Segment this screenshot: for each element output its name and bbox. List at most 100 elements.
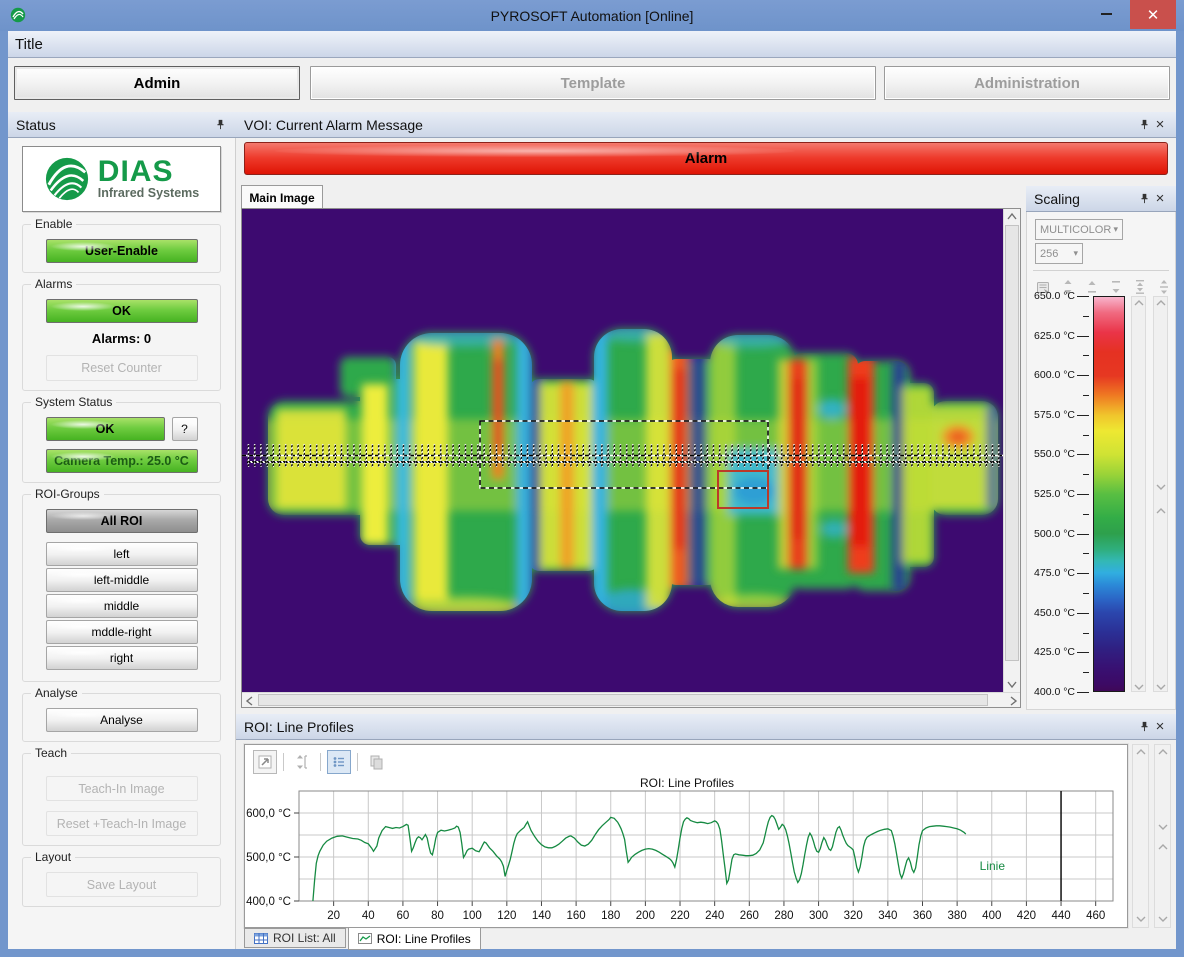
scroll-right-icon[interactable] (1008, 696, 1018, 706)
close-icon[interactable]: × (1152, 117, 1168, 133)
chevron-up-icon[interactable] (1158, 843, 1168, 851)
chevron-down-icon[interactable] (1136, 915, 1146, 923)
roi-group-button-mddle-right[interactable]: mddle-right (46, 620, 198, 644)
colorbar-tick-label: 650.0 °C (1034, 290, 1075, 302)
chevron-down-icon[interactable] (1156, 683, 1166, 691)
help-button[interactable]: ? (172, 417, 198, 441)
tab-roi-list-label: ROI List: All (273, 931, 336, 945)
svg-text:240: 240 (705, 910, 724, 922)
close-icon[interactable]: × (1152, 719, 1168, 735)
scroll-down-icon[interactable] (1007, 679, 1017, 689)
system-ok-indicator[interactable]: OK (46, 417, 165, 441)
roi-group-button-all-roi[interactable]: All ROI (46, 509, 198, 533)
save-layout-button[interactable]: Save Layout (46, 872, 198, 897)
svg-text:200: 200 (636, 910, 655, 922)
teach-in-image-button[interactable]: Teach-In Image (46, 776, 198, 801)
line-profile-chart: 2040608010012014016018020022024026028030… (245, 789, 1129, 929)
scale-compress-icon[interactable] (1132, 278, 1147, 296)
chevron-up-icon[interactable] (1156, 299, 1166, 307)
image-vertical-scrollbar[interactable] (1003, 209, 1020, 692)
chart-title: ROI: Line Profiles (245, 776, 1129, 790)
pin-icon[interactable] (1136, 117, 1152, 133)
window-titlebar[interactable]: PYROSOFT Automation [Online] ✕ (0, 0, 1184, 31)
chart-scrollbar-2[interactable] (1154, 744, 1171, 928)
svg-text:320: 320 (844, 910, 863, 922)
svg-text:100: 100 (463, 910, 482, 922)
chevron-up-icon[interactable] (1136, 748, 1146, 756)
group-roi-groups-label: ROI-Groups (31, 487, 104, 501)
scale-expand-icon[interactable] (1156, 278, 1171, 296)
minimize-button[interactable] (1090, 0, 1122, 27)
camera-temp-indicator[interactable]: Camera Temp.: 25.0 °C (46, 449, 198, 473)
group-system-status-label: System Status (31, 395, 116, 409)
roi-group-button-right[interactable]: right (46, 646, 198, 670)
chevron-down-icon[interactable] (1156, 483, 1166, 491)
tab-main-image[interactable]: Main Image (241, 185, 323, 209)
tab-template[interactable]: Template (310, 66, 876, 100)
palette-select[interactable]: MULTICOLOR▾ (1035, 219, 1123, 240)
scroll-left-icon[interactable] (245, 696, 255, 706)
colorbar-max-slider[interactable] (1131, 296, 1146, 692)
svg-text:420: 420 (1017, 910, 1036, 922)
svg-text:400,0 °C: 400,0 °C (246, 896, 291, 908)
tab-roi-list[interactable]: ROI List: All (244, 928, 346, 948)
svg-text:160: 160 (567, 910, 586, 922)
svg-text:600,0 °C: 600,0 °C (246, 808, 291, 820)
scaling-panel-title: Scaling (1034, 191, 1080, 207)
chevron-down-icon[interactable] (1134, 683, 1144, 691)
tab-admin[interactable]: Admin (14, 66, 300, 100)
svg-text:280: 280 (774, 910, 793, 922)
svg-text:460: 460 (1086, 910, 1105, 922)
tab-roi-line-profiles[interactable]: ROI: Line Profiles (348, 928, 481, 950)
user-enable-button[interactable]: User-Enable (46, 239, 198, 263)
roi-group-button-left-middle[interactable]: left-middle (46, 568, 198, 592)
group-layout-label: Layout (31, 850, 75, 864)
tab-administration[interactable]: Administration (884, 66, 1170, 100)
reset-teach-in-image-button[interactable]: Reset +Teach-In Image (46, 811, 198, 836)
line-chart-icon (358, 933, 372, 944)
svg-text:440: 440 (1051, 910, 1070, 922)
legend-list-icon[interactable] (327, 750, 351, 774)
chevron-up-icon[interactable] (1156, 507, 1166, 515)
chart-legend-label: Linie (980, 859, 1006, 873)
alarms-ok-indicator[interactable]: OK (46, 299, 198, 323)
title-strip: Title (8, 31, 1176, 58)
chevron-up-icon[interactable] (1158, 748, 1168, 756)
chart-scrollbar-1[interactable] (1132, 744, 1149, 928)
roi-group-button-left[interactable]: left (46, 542, 198, 566)
scale-max-up-icon[interactable] (1085, 278, 1100, 296)
chevron-down-icon[interactable] (1158, 823, 1168, 831)
chevron-down-icon[interactable] (1158, 915, 1168, 923)
svg-text:220: 220 (670, 910, 689, 922)
main-image-frame (241, 208, 1021, 708)
dias-logo: DIAS Infrared Systems (22, 146, 221, 212)
pin-icon[interactable] (1136, 719, 1152, 735)
export-icon[interactable] (253, 750, 277, 774)
roi-group-button-middle[interactable]: middle (46, 594, 198, 618)
scroll-up-icon[interactable] (1007, 212, 1017, 222)
pin-icon[interactable] (212, 117, 228, 133)
alarm-banner-button[interactable]: Alarm (244, 142, 1168, 175)
copy-icon[interactable] (364, 750, 388, 774)
svg-text:380: 380 (948, 910, 967, 922)
scale-min-down-icon[interactable] (1109, 278, 1124, 296)
pin-icon[interactable] (1136, 191, 1152, 207)
reset-counter-button[interactable]: Reset Counter (46, 355, 198, 381)
colorbar-tick-label: 600.0 °C (1034, 369, 1075, 381)
autoscale-icon[interactable] (290, 750, 314, 774)
window-title: PYROSOFT Automation [Online] (0, 8, 1184, 24)
colorbar-min-slider[interactable] (1153, 296, 1168, 692)
close-icon[interactable]: × (1152, 191, 1168, 207)
thermal-image[interactable] (242, 209, 1004, 692)
chevron-up-icon[interactable] (1134, 299, 1144, 307)
colorbar-axis: 650.0 °C625.0 °C600.0 °C575.0 °C550.0 °C… (1027, 296, 1091, 692)
levels-select[interactable]: 256▾ (1035, 243, 1083, 264)
minimize-icon (1101, 13, 1112, 15)
status-panel-header: Status (8, 112, 236, 138)
close-button[interactable]: ✕ (1130, 0, 1176, 29)
colorbar-tick-label: 550.0 °C (1034, 448, 1075, 460)
window-client-area: Title Admin Template Administration Stat… (8, 31, 1176, 949)
analyse-button[interactable]: Analyse (46, 708, 198, 732)
image-horizontal-scrollbar[interactable] (242, 692, 1020, 707)
voi-panel-header: VOI: Current Alarm Message × (236, 112, 1176, 138)
